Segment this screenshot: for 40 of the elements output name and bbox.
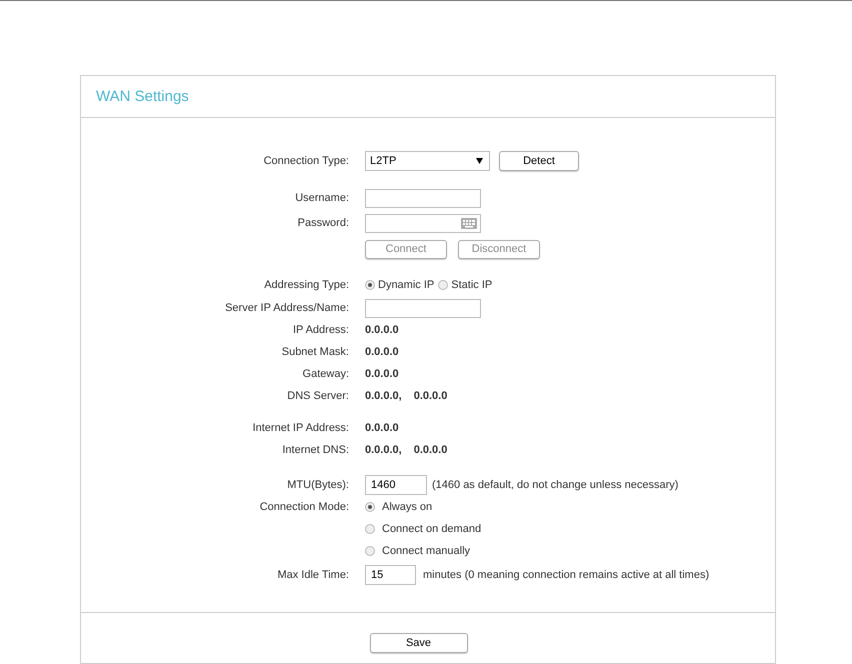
field-label: Username: (294, 192, 350, 204)
panel-title: WAN Settings (96, 88, 189, 105)
field-value: 0.0.0.0 (414, 444, 448, 456)
field-label: Max Idle Time: (276, 569, 350, 581)
field-label: Connection Type: (262, 155, 350, 167)
field-label: Subnet Mask: (280, 346, 350, 358)
detect-button[interactable]: Detect (499, 151, 579, 171)
field-value: 0.0.0.0 (365, 346, 399, 358)
mtu-field[interactable]: 1460 (365, 475, 427, 495)
caret-icon (476, 158, 483, 164)
field-value: 0.0.0.0 (365, 324, 399, 336)
field-label: DNS Server: (286, 390, 350, 402)
field-label: Password: (296, 217, 350, 229)
server-address-field[interactable] (365, 298, 481, 318)
hint-text: minutes (0 meaning connection remains active at all times) (423, 569, 710, 581)
keyboard-icon (461, 218, 477, 228)
save-button[interactable]: Save (370, 633, 468, 653)
field-label: IP Address: (292, 324, 350, 336)
username-field[interactable] (365, 188, 481, 208)
radio-option[interactable]: Static IP (438, 279, 492, 291)
field-label: Connection Mode: (258, 501, 350, 513)
field-value: 0.0.0.0 (365, 422, 399, 434)
field-label: Server IP Address/Name: (224, 302, 350, 314)
field-value: 0.0.0.0 (365, 368, 399, 380)
hint-text: (1460 as default, do not change unless necessary) (432, 479, 678, 491)
radio-option[interactable]: Connect on demand (365, 523, 482, 535)
radio-option[interactable]: Dynamic IP (365, 279, 434, 291)
radio-option[interactable]: Connect manually (365, 545, 470, 557)
field-value: 0.0.0.0, (365, 390, 402, 402)
field-label: Internet DNS: (281, 444, 350, 456)
idle-time-field[interactable]: 15 (365, 565, 416, 585)
field-label: Gateway: (302, 368, 350, 380)
field-value: 0.0.0.0 (414, 390, 448, 402)
field-label: Addressing Type: (263, 279, 350, 291)
connection-type-dropdown[interactable]: L2TP (365, 151, 490, 171)
field-label: Internet IP Address: (252, 422, 350, 434)
field-label: MTU(Bytes): (286, 479, 350, 491)
password-field[interactable] (365, 214, 481, 232)
field-value: 0.0.0.0, (365, 444, 402, 456)
radio-option[interactable]: Always on (365, 501, 432, 513)
